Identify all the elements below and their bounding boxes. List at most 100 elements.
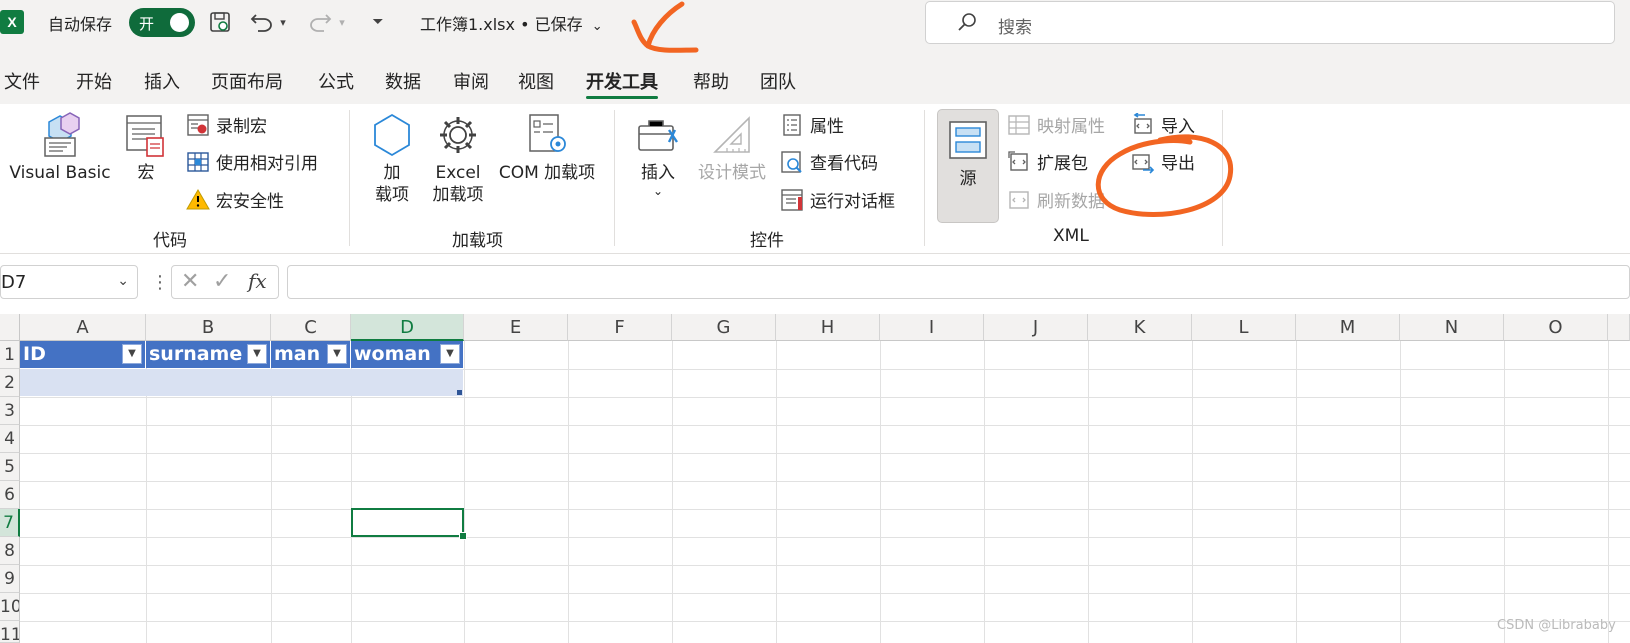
row-header-7[interactable]: 7 [0, 509, 20, 537]
column-header-h[interactable]: H [776, 314, 880, 341]
column-header-f[interactable]: F [568, 314, 672, 341]
column-header-e[interactable]: E [464, 314, 568, 341]
autosave-toggle[interactable]: 开 [129, 8, 195, 37]
select-all-corner[interactable] [0, 314, 20, 341]
tab-formulas[interactable]: 公式 [318, 68, 354, 94]
column-header-l[interactable]: L [1192, 314, 1296, 341]
column-header-c[interactable]: C [271, 314, 351, 341]
chevron-down-icon: ⌄ [591, 19, 603, 34]
column-header-k[interactable]: K [1088, 314, 1192, 341]
filter-dropdown-icon[interactable]: ▼ [440, 344, 460, 364]
gridline [880, 341, 881, 643]
cancel-icon[interactable]: ✕ [181, 269, 199, 294]
document-title[interactable]: 工作簿1.xlsx • 已保存 ⌄ [420, 11, 603, 35]
tab-file[interactable]: 文件 [4, 68, 40, 94]
table-row[interactable] [20, 369, 463, 396]
row-header-9[interactable]: 9 [0, 565, 20, 593]
tab-team[interactable]: 团队 [760, 68, 796, 94]
record-macro-icon [187, 113, 209, 136]
view-code-button[interactable]: 查看代码 [780, 149, 878, 174]
expansion-packs-icon [1008, 150, 1028, 171]
row-header-4[interactable]: 4 [0, 425, 20, 453]
map-properties-label: 映射属性 [1037, 117, 1105, 137]
column-header-g[interactable]: G [672, 314, 776, 341]
column-header-i[interactable]: I [880, 314, 984, 341]
table-header-cell[interactable]: woman ▼ [351, 341, 463, 368]
excel-addins-button[interactable]: Excel 加载项 [425, 112, 491, 206]
row-header-1[interactable]: 1 [0, 341, 20, 369]
column-header-n[interactable]: N [1400, 314, 1504, 341]
undo-icon[interactable] [248, 9, 276, 35]
table-header-cell[interactable]: man ▼ [271, 341, 350, 368]
table-header-cell[interactable]: ID ▼ [20, 341, 145, 368]
xml-source-button[interactable]: 源 [937, 109, 999, 223]
table-header-cell[interactable]: surname ▼ [146, 341, 270, 368]
column-header-p[interactable] [1608, 314, 1630, 341]
properties-button[interactable]: 属性 [780, 112, 844, 137]
redo-dropdown-icon[interactable]: ▾ [334, 9, 350, 35]
row-header-5[interactable]: 5 [0, 453, 20, 481]
addins-button[interactable]: 加 载项 [368, 112, 416, 206]
watermark: CSDN @Librababy [1497, 618, 1616, 633]
record-macro-button[interactable]: 录制宏 [186, 112, 267, 137]
visual-basic-button[interactable]: Visual Basic [8, 112, 112, 184]
row-header-11[interactable]: 11 [0, 621, 20, 643]
more-options-icon[interactable]: ⋮ [151, 272, 169, 293]
xml-export-button[interactable]: 导出 [1131, 149, 1195, 174]
table-resize-handle[interactable] [457, 390, 462, 395]
row-header-3[interactable]: 3 [0, 397, 20, 425]
row-header-2[interactable]: 2 [0, 369, 20, 397]
redo-icon[interactable] [306, 9, 334, 35]
gridline [776, 341, 777, 643]
group-label-addins: 加载项 [452, 231, 503, 251]
macros-button[interactable]: 宏 [122, 112, 170, 184]
column-header-o[interactable]: O [1504, 314, 1608, 341]
filter-dropdown-icon[interactable]: ▼ [327, 344, 347, 364]
com-addins-button[interactable]: COM 加载项 [493, 112, 601, 184]
search-box[interactable]: 搜索 [925, 1, 1615, 44]
active-cell[interactable] [351, 508, 467, 540]
tab-home[interactable]: 开始 [76, 68, 112, 94]
tab-insert[interactable]: 插入 [144, 68, 180, 94]
tab-page-layout[interactable]: 页面布局 [211, 68, 283, 94]
insert-function-icon[interactable]: fx [248, 269, 267, 293]
expansion-packs-button[interactable]: 扩展包 [1007, 149, 1088, 174]
enter-icon[interactable]: ✓ [213, 269, 231, 294]
refresh-data-button[interactable]: 刷新数据 [1007, 187, 1105, 212]
column-header-d[interactable]: D [351, 314, 464, 341]
tab-developer[interactable]: 开发工具 [586, 68, 658, 99]
design-mode-button[interactable]: 设计模式 [694, 112, 770, 184]
tab-review[interactable]: 审阅 [453, 68, 489, 94]
view-code-icon [781, 150, 802, 173]
row-header-8[interactable]: 8 [0, 537, 20, 565]
run-dialog-button[interactable]: 运行对话框 [780, 187, 895, 212]
name-box[interactable]: D7 ⌄ [0, 265, 138, 299]
addins-label-line1: 加 [383, 163, 401, 183]
relative-refs-button[interactable]: 使用相对引用 [186, 149, 318, 174]
formula-input[interactable] [287, 265, 1630, 299]
filter-dropdown-icon[interactable]: ▼ [122, 344, 142, 364]
tab-data[interactable]: 数据 [385, 68, 421, 94]
map-properties-button[interactable]: 映射属性 [1007, 112, 1105, 137]
macro-security-button[interactable]: 宏安全性 [186, 187, 284, 212]
column-header-m[interactable]: M [1296, 314, 1400, 341]
column-header-j[interactable]: J [984, 314, 1088, 341]
row-header-6[interactable]: 6 [0, 481, 20, 509]
tab-view[interactable]: 视图 [518, 68, 554, 94]
filter-dropdown-icon[interactable]: ▼ [247, 344, 267, 364]
customize-toolbar-icon[interactable]: ⏷ [364, 9, 392, 35]
gridline [20, 425, 1630, 426]
excel-addins-label-line2: 加载项 [432, 185, 484, 205]
xml-import-button[interactable]: 导入 [1131, 112, 1195, 137]
excel-app-icon[interactable]: X [0, 10, 24, 34]
column-header-a[interactable]: A [20, 314, 146, 341]
refresh-data-label: 刷新数据 [1037, 192, 1105, 212]
column-header-b[interactable]: B [146, 314, 271, 341]
worksheet-grid[interactable]: A B C D E F G H I J K L M N O 1 2 3 4 5 … [0, 314, 1630, 643]
undo-dropdown-icon[interactable]: ▾ [275, 9, 291, 35]
row-header-10[interactable]: 10 [0, 593, 20, 621]
save-icon[interactable] [206, 9, 234, 35]
ribbon-developer: Visual Basic 宏 录制宏 使用相对引用 宏安全性 代码 加 载项 E… [0, 104, 1630, 254]
tab-help[interactable]: 帮助 [693, 68, 729, 94]
insert-control-button[interactable]: 插入 ⌄ [632, 112, 684, 198]
